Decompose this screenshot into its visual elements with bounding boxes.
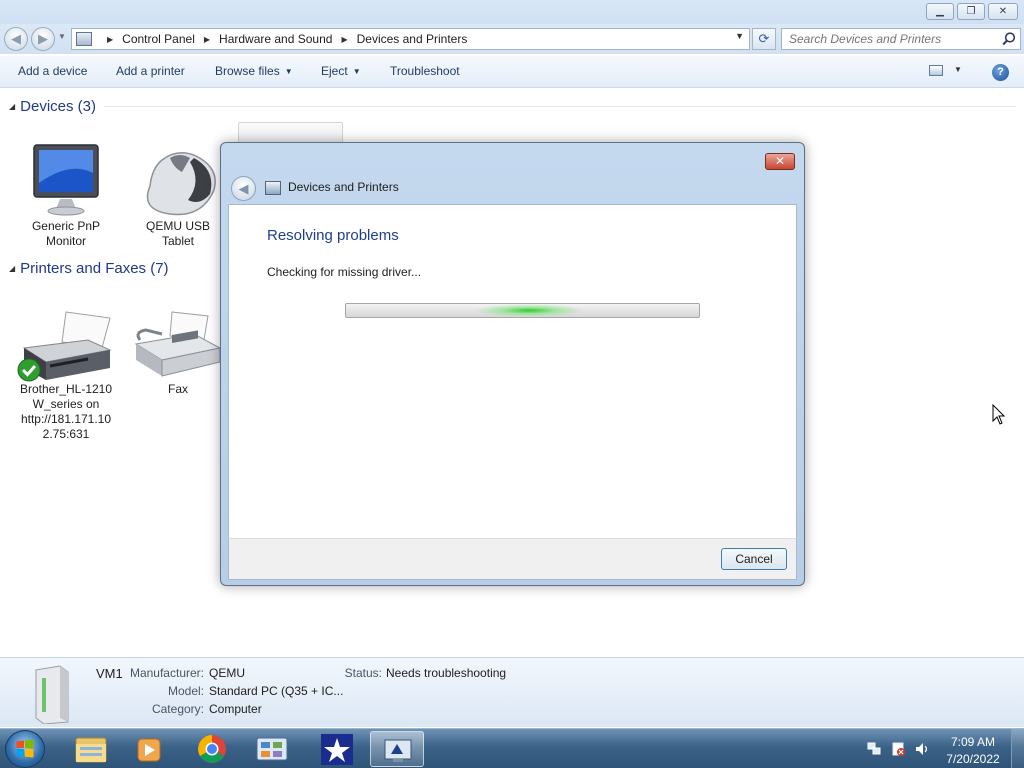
control-panel-icon xyxy=(256,737,288,761)
dialog-close-button[interactable]: ✕ xyxy=(765,153,795,170)
eject-label: Eject xyxy=(321,64,348,78)
details-status-value: Needs troubleshooting xyxy=(386,666,507,680)
forward-button[interactable]: ▶ xyxy=(31,27,55,51)
chevron-right-icon[interactable]: ▶ xyxy=(341,35,347,44)
troubleshoot-button[interactable]: Troubleshoot xyxy=(390,64,460,78)
media-player-icon xyxy=(137,738,161,762)
mouse-icon[interactable] xyxy=(130,146,220,218)
computer-tower-icon xyxy=(35,665,69,724)
details-category-label: Category: xyxy=(151,702,204,716)
details-device-name: VM1 xyxy=(96,666,123,681)
collapse-icon[interactable]: ◢ xyxy=(9,264,15,273)
control-panel-icon xyxy=(76,32,92,46)
fax-icon[interactable] xyxy=(132,310,222,380)
close-button[interactable]: ✕ xyxy=(988,3,1018,20)
taskbar-devices-printers[interactable] xyxy=(370,731,424,767)
volume-icon[interactable] xyxy=(915,742,930,756)
address-row: ◀ ▶ ▼ ▶ Control Panel ▶ Hardware and Sou… xyxy=(0,24,1024,54)
browse-files-button[interactable]: Browse files ▼ xyxy=(215,64,293,78)
monitor-icon[interactable] xyxy=(30,143,102,219)
devices-printers-icon xyxy=(265,181,281,195)
add-device-button[interactable]: Add a device xyxy=(18,64,87,78)
search-box[interactable] xyxy=(781,28,1021,50)
action-center-icon[interactable] xyxy=(891,742,906,756)
taskbar: 7:09 AM 7/20/2022 xyxy=(0,728,1024,768)
devices-group-header[interactable]: ◢ Devices (3) xyxy=(9,98,96,115)
dialog-title: Devices and Printers xyxy=(288,180,399,194)
breadcrumb-devices-and-printers[interactable]: Devices and Printers xyxy=(357,32,468,46)
taskbar-explorer[interactable] xyxy=(64,731,118,767)
printers-group-title: Printers and Faxes (7) xyxy=(20,260,169,277)
default-printer-check-icon xyxy=(17,358,41,382)
details-pane: VM1 Manufacturer: QEMU Model: Standard P… xyxy=(0,657,1024,727)
add-printer-button[interactable]: Add a printer xyxy=(116,64,185,78)
windows-logo-icon xyxy=(16,739,34,758)
collapse-icon[interactable]: ◢ xyxy=(9,102,15,111)
details-manufacturer-value: QEMU xyxy=(209,666,245,680)
breadcrumb-hardware-and-sound[interactable]: Hardware and Sound xyxy=(219,32,332,46)
explorer-icon xyxy=(75,737,107,763)
change-view-icon[interactable] xyxy=(929,65,943,76)
eject-button[interactable]: Eject ▼ xyxy=(321,64,361,78)
show-desktop-button[interactable] xyxy=(1011,729,1024,768)
back-button[interactable]: ◀ xyxy=(4,27,28,51)
progress-bar xyxy=(345,303,700,318)
search-input[interactable] xyxy=(782,29,997,49)
cancel-button[interactable]: Cancel xyxy=(721,548,787,570)
troubleshooting-dialog: ✕ ◀ Devices and Printers Resolving probl… xyxy=(220,142,805,586)
devices-group-title: Devices (3) xyxy=(20,98,97,115)
printer-label-brother[interactable]: Brother_HL-1210 W_series on http://181.171… xyxy=(14,382,118,442)
mouse-cursor-icon xyxy=(992,404,1006,425)
start-button[interactable] xyxy=(5,730,45,768)
device-label-qemu-usb-tablet[interactable]: QEMU USB Tablet xyxy=(138,219,218,249)
devices-printers-icon xyxy=(384,739,412,762)
view-options-dropdown-icon[interactable]: ▼ xyxy=(954,65,962,74)
group-divider xyxy=(104,106,1016,107)
command-bar: Add a device Add a printer Browse files ▼… xyxy=(0,56,1024,88)
address-bar[interactable]: ▶ Control Panel ▶ Hardware and Sound ▶ D… xyxy=(71,28,750,50)
window-titlebar: ▁ ❐ ✕ xyxy=(0,0,1024,24)
dialog-footer: Cancel xyxy=(228,538,797,580)
dialog-body: Resolving problems Checking for missing … xyxy=(228,204,797,538)
chevron-down-icon: ▼ xyxy=(352,67,361,76)
maximize-button[interactable]: ❐ xyxy=(957,3,985,20)
network-icon[interactable] xyxy=(867,742,882,756)
refresh-icon[interactable]: ⟳ xyxy=(752,28,776,50)
details-model-value: Standard PC (Q35 + IC... xyxy=(209,684,344,698)
browse-files-label: Browse files xyxy=(215,64,280,78)
breadcrumb: ▶ Control Panel ▶ Hardware and Sound ▶ D… xyxy=(76,29,467,49)
chrome-icon xyxy=(198,735,226,763)
clock-date[interactable]: 7/20/2022 xyxy=(944,752,1002,766)
search-icon[interactable] xyxy=(1001,31,1017,47)
dialog-status-text: Checking for missing driver... xyxy=(267,265,422,279)
address-dropdown-icon[interactable]: ▼ xyxy=(735,31,744,41)
progress-marquee xyxy=(474,304,584,317)
dialog-heading: Resolving problems xyxy=(267,227,399,244)
chevron-down-icon: ▼ xyxy=(284,67,293,76)
chevron-right-icon[interactable]: ▶ xyxy=(204,35,210,44)
details-model-label: Model: xyxy=(167,684,204,698)
details-status-label: Status: xyxy=(344,666,382,680)
details-category-value: Computer xyxy=(209,702,262,716)
dialog-back-button[interactable]: ◀ xyxy=(231,176,256,201)
star-app-icon xyxy=(321,734,353,765)
taskbar-star-app[interactable] xyxy=(310,731,364,767)
details-manufacturer-label: Manufacturer: xyxy=(129,666,204,680)
printers-group-header[interactable]: ◢ Printers and Faxes (7) xyxy=(9,260,169,277)
clock-time[interactable]: 7:09 AM xyxy=(944,735,1002,749)
computer-device-icon[interactable] xyxy=(238,122,343,144)
help-icon[interactable]: ? xyxy=(992,64,1009,81)
recent-pages-dropdown[interactable]: ▼ xyxy=(58,32,66,41)
printer-label-fax[interactable]: Fax xyxy=(148,382,208,397)
taskbar-control-panel[interactable] xyxy=(245,731,299,767)
breadcrumb-control-panel[interactable]: Control Panel xyxy=(122,32,195,46)
taskbar-chrome[interactable] xyxy=(185,731,239,767)
chevron-right-icon[interactable]: ▶ xyxy=(107,35,113,44)
minimize-button[interactable]: ▁ xyxy=(926,3,954,20)
taskbar-media-player[interactable] xyxy=(122,731,176,767)
device-label-monitor[interactable]: Generic PnP Monitor xyxy=(21,219,111,249)
